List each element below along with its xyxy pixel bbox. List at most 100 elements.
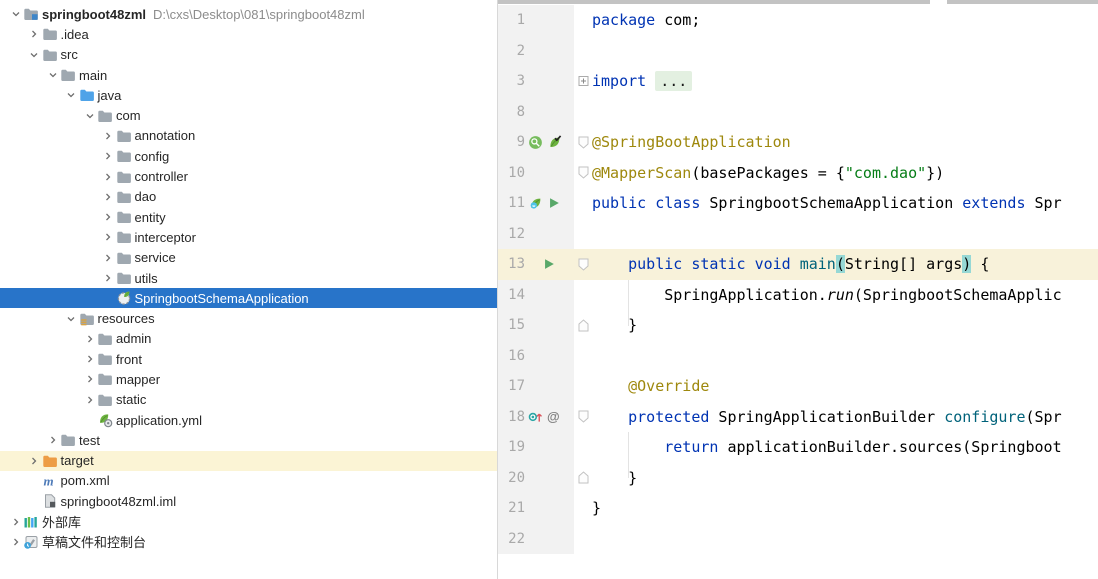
code-line-9[interactable]: 9 @SpringBootApplication — [498, 127, 1098, 158]
code-text-line-11[interactable]: public class SpringbootSchemaApplication… — [592, 188, 1062, 219]
fold-marker-plus[interactable] — [574, 75, 592, 87]
tree-item-main[interactable]: main — [0, 65, 497, 85]
tree-item-.idea[interactable]: .idea — [0, 24, 497, 44]
tree-item-application.yml[interactable]: application.yml — [0, 410, 497, 430]
tree-item-springbootschemaapplication[interactable]: SpringbootSchemaApplication — [0, 288, 497, 308]
code-line-3[interactable]: 3import ... — [498, 66, 1098, 97]
chevron-right-icon[interactable] — [8, 516, 23, 528]
folder-icon — [116, 189, 134, 205]
code-line-19[interactable]: 19 return applicationBuilder.sources(Spr… — [498, 432, 1098, 463]
folder-icon — [116, 148, 134, 164]
tree-item-label: resources — [97, 311, 155, 326]
code-line-12[interactable]: 12 — [498, 219, 1098, 250]
code-line-8[interactable]: 8 — [498, 97, 1098, 128]
line-number: 14 — [498, 287, 525, 303]
code-line-20[interactable]: 20 } — [498, 463, 1098, 494]
tree-item-pom.xml[interactable]: mpom.xml — [0, 471, 497, 491]
folder-icon — [116, 209, 134, 225]
tree-item-interceptor[interactable]: interceptor — [0, 227, 497, 247]
run-icon[interactable] — [542, 257, 556, 271]
fold-marker-down[interactable] — [574, 410, 592, 423]
chevron-down-icon[interactable] — [27, 49, 42, 61]
tree-item-config[interactable]: config — [0, 146, 497, 166]
chevron-right-icon[interactable] — [82, 353, 97, 365]
tree-item-entity[interactable]: entity — [0, 207, 497, 227]
code-text-line-14[interactable]: SpringApplication.run(SpringbootSchemaAp… — [592, 280, 1062, 311]
chevron-right-icon[interactable] — [27, 455, 42, 467]
tree-item-annotation[interactable]: annotation — [0, 126, 497, 146]
code-text-line-20[interactable]: } — [592, 463, 637, 494]
fold-marker-down[interactable] — [574, 258, 592, 271]
code-text-line-18[interactable]: protected SpringApplicationBuilder confi… — [592, 402, 1062, 433]
code-text-line-10[interactable]: @MapperScan(basePackages = {"com.dao"}) — [592, 158, 944, 189]
tree-item-admin[interactable]: admin — [0, 329, 497, 349]
code-text-line-15[interactable]: } — [592, 310, 637, 341]
chevron-down-icon[interactable] — [8, 8, 23, 20]
tree-item-src[interactable]: src — [0, 45, 497, 65]
code-line-13[interactable]: 13 public static void main(String[] args… — [498, 249, 1098, 280]
code-text-line-17[interactable]: @Override — [592, 371, 709, 402]
chevron-down-icon[interactable] — [45, 69, 60, 81]
indent-guide — [628, 280, 629, 326]
chevron-right-icon[interactable] — [82, 373, 97, 385]
code-line-21[interactable]: 21} — [498, 493, 1098, 524]
code-line-16[interactable]: 16 — [498, 341, 1098, 372]
tree-item-dao[interactable]: dao — [0, 187, 497, 207]
chevron-right-icon[interactable] — [101, 171, 116, 183]
fold-marker-up[interactable] — [574, 471, 592, 484]
gutter: 10 — [498, 158, 574, 189]
tree-item-外部库[interactable]: 外部库 — [0, 511, 497, 531]
tree-item-service[interactable]: service — [0, 248, 497, 268]
chevron-right-icon[interactable] — [101, 252, 116, 264]
tree-item-java[interactable]: java — [0, 85, 497, 105]
chevron-right-icon[interactable] — [101, 211, 116, 223]
chevron-right-icon[interactable] — [45, 434, 60, 446]
code-line-11[interactable]: 11public class SpringbootSchemaApplicati… — [498, 188, 1098, 219]
code-line-18[interactable]: 18@ protected SpringApplicationBuilder c… — [498, 402, 1098, 433]
code-line-10[interactable]: 10 @MapperScan(basePackages = {"com.dao"}… — [498, 158, 1098, 189]
chevron-right-icon[interactable] — [82, 394, 97, 406]
code-line-15[interactable]: 15 } — [498, 310, 1098, 341]
chevron-right-icon[interactable] — [101, 191, 116, 203]
tree-item-front[interactable]: front — [0, 349, 497, 369]
fold-marker-up[interactable] — [574, 319, 592, 332]
code-line-1[interactable]: 1package com; — [498, 5, 1098, 36]
run-icon[interactable] — [547, 196, 561, 210]
line-number: 18 — [498, 409, 525, 425]
tree-item-resources[interactable]: 16">resources — [0, 308, 497, 328]
code-text-line-9[interactable]: @SpringBootApplication — [592, 127, 791, 158]
chevron-right-icon[interactable] — [101, 231, 116, 243]
code-line-14[interactable]: 14 SpringApplication.run(SpringbootSchem… — [498, 280, 1098, 311]
chevron-down-icon[interactable] — [64, 89, 79, 101]
code-text-line-19[interactable]: return applicationBuilder.sources(Spring… — [592, 432, 1062, 463]
chevron-down-icon[interactable] — [64, 313, 79, 325]
tree-item-mapper[interactable]: mapper — [0, 369, 497, 389]
code-text-line-13[interactable]: public static void main(String[] args) { — [592, 249, 989, 280]
chevron-right-icon[interactable] — [27, 28, 42, 40]
fold-marker-down[interactable] — [574, 166, 592, 179]
code-line-22[interactable]: 22 — [498, 524, 1098, 555]
tree-item-草稿文件和控制台[interactable]: 草稿文件和控制台 — [0, 532, 497, 552]
code-text-line-3[interactable]: import ... — [592, 66, 692, 97]
chevron-right-icon[interactable] — [101, 130, 116, 142]
tree-item-label: 草稿文件和控制台 — [41, 532, 146, 551]
tree-item-controller[interactable]: controller — [0, 166, 497, 186]
fold-marker-down[interactable] — [574, 136, 592, 149]
chevron-down-icon[interactable] — [82, 110, 97, 122]
tree-item-springboot48zml[interactable]: 16">springboot48zmlD:\cxs\Desktop\081\sp… — [0, 4, 497, 24]
line-number: 9 — [498, 134, 525, 150]
chevron-right-icon[interactable] — [101, 272, 116, 284]
code-line-17[interactable]: 17 @Override — [498, 371, 1098, 402]
tree-item-springboot48zml.iml[interactable]: springboot48zml.iml — [0, 491, 497, 511]
tree-item-static[interactable]: static — [0, 390, 497, 410]
chevron-right-icon[interactable] — [82, 333, 97, 345]
chevron-right-icon[interactable] — [101, 150, 116, 162]
tree-item-test[interactable]: test — [0, 430, 497, 450]
tree-item-utils[interactable]: utils — [0, 268, 497, 288]
code-text-line-1[interactable]: package com; — [592, 5, 700, 36]
code-line-2[interactable]: 2 — [498, 36, 1098, 67]
tree-item-com[interactable]: com — [0, 105, 497, 125]
chevron-right-icon[interactable] — [8, 536, 23, 548]
code-text-line-21[interactable]: } — [592, 493, 601, 524]
tree-item-target[interactable]: target — [0, 451, 497, 471]
